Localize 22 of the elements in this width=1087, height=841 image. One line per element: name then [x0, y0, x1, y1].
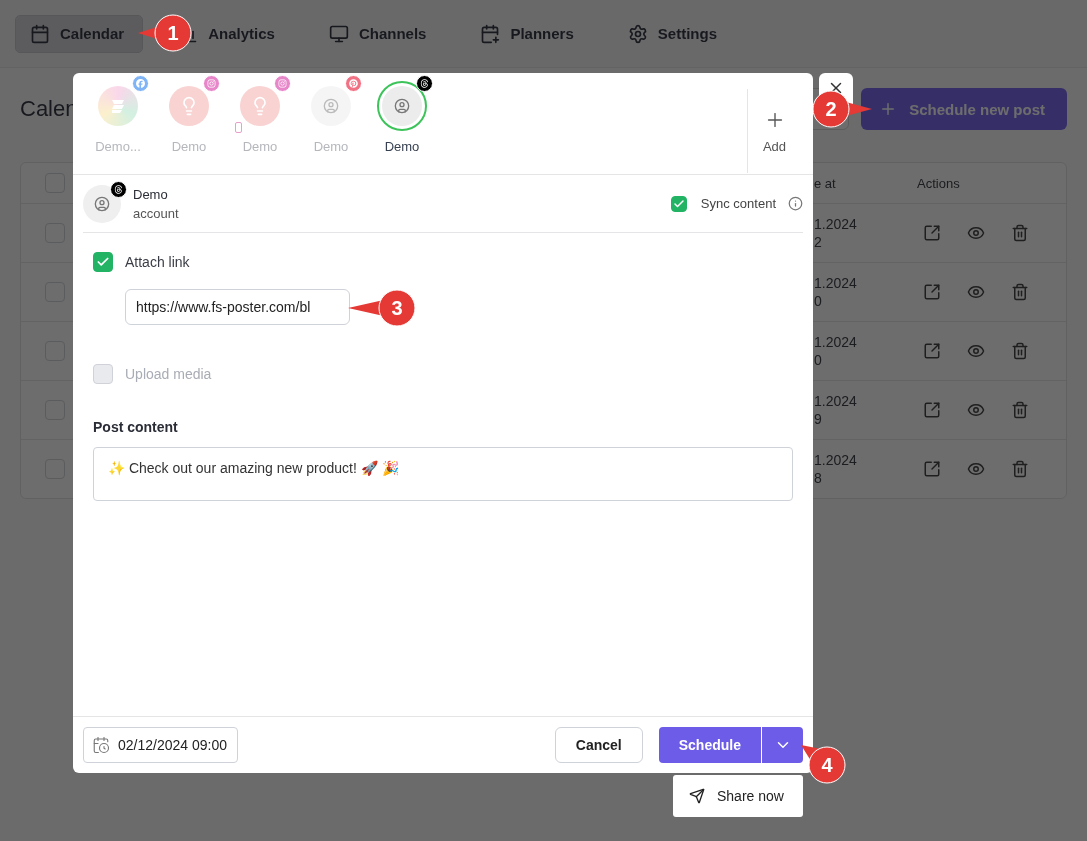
upload-media-label: Upload media — [125, 366, 212, 382]
account-name: Demo — [133, 186, 169, 202]
table-cell: 1.2024 0 — [814, 273, 857, 311]
column-header: e at — [814, 175, 836, 191]
account-name: Demo — [171, 139, 207, 154]
column-header: Actions — [917, 175, 960, 191]
table-cell: 1.2024 8 — [814, 450, 857, 488]
step-number-callout: 4 — [800, 744, 846, 784]
account-name: Demo... — [95, 139, 141, 154]
step-number-callout: 1 — [138, 14, 192, 52]
table-cell: 1.2024 0 — [814, 332, 857, 370]
account-name: Demo — [384, 139, 420, 154]
account-name: Demo — [313, 139, 349, 154]
attach-link-label: Attach link — [125, 254, 190, 270]
post-content-label: Post content — [93, 419, 179, 435]
account-name: Demo — [242, 139, 278, 154]
account-type: account — [133, 205, 180, 221]
step-number-callout: 3 — [348, 289, 416, 327]
table-cell: 1.2024 9 — [814, 391, 857, 429]
sync-content-label: Sync content — [700, 196, 776, 211]
table-cell: 1.2024 2 — [814, 214, 857, 252]
step-number-callout: 2 — [812, 90, 872, 128]
